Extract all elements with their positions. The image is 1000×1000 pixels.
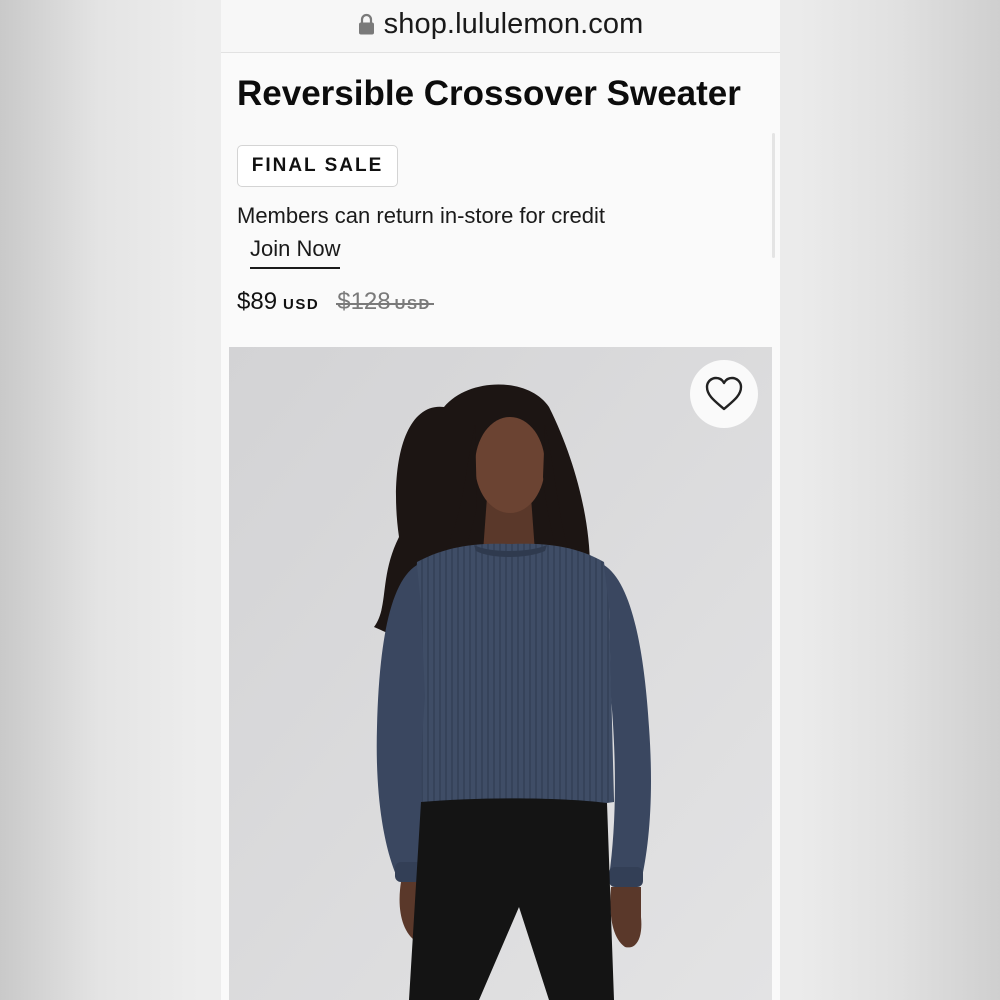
- product-image[interactable]: [229, 347, 772, 1000]
- url-text: shop.lululemon.com: [383, 7, 644, 40]
- product-title: Reversible Crossover Sweater: [237, 74, 741, 113]
- membership-note: Members can return in-store for credit: [237, 203, 606, 228]
- current-price: $89: [237, 288, 278, 315]
- price-row: $89 USD $128 USD: [237, 288, 434, 316]
- original-price: $128 USD: [336, 288, 434, 316]
- heart-outline-icon: [705, 376, 743, 411]
- original-price-currency: USD: [394, 296, 431, 313]
- address-bar[interactable]: shop.lululemon.com: [221, 0, 780, 53]
- favorite-button[interactable]: [690, 360, 758, 428]
- scrollbar[interactable]: [772, 133, 775, 258]
- join-now-link[interactable]: Join Now: [250, 236, 341, 269]
- address-row: shop.lululemon.com: [221, 6, 780, 42]
- browser-viewport: shop.lululemon.com Reversible Crossover …: [221, 0, 780, 1000]
- model-photo: [229, 347, 772, 1000]
- final-sale-badge: FINAL SALE: [237, 145, 398, 187]
- original-price-amount: $128: [337, 288, 391, 315]
- lock-icon: [358, 13, 374, 35]
- current-price-currency: USD: [283, 296, 320, 313]
